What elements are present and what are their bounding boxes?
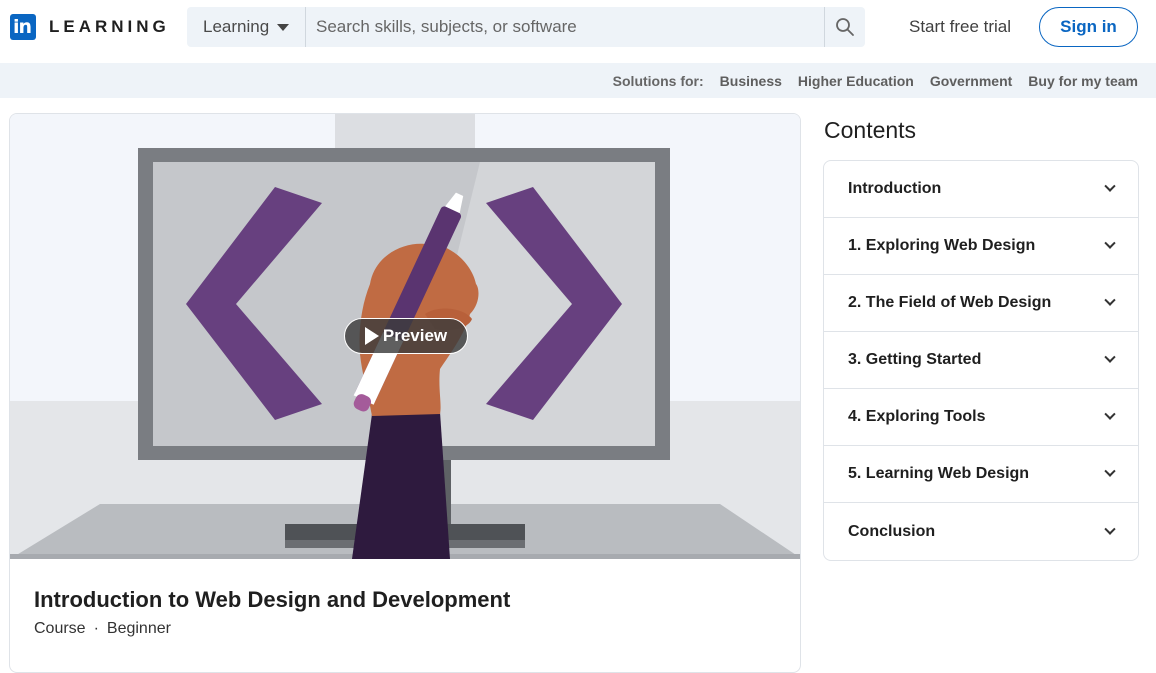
contents-item-label: 1. Exploring Web Design — [848, 237, 1036, 254]
play-icon — [364, 327, 379, 345]
contents-item-learning-web-design[interactable]: 5. Learning Web Design — [824, 446, 1138, 503]
contents-item-field-of-web-design[interactable]: 2. The Field of Web Design — [824, 275, 1138, 332]
contents-item-exploring-web-design[interactable]: 1. Exploring Web Design — [824, 218, 1138, 275]
contents-item-introduction[interactable]: Introduction — [824, 161, 1138, 218]
chevron-down-icon — [1104, 237, 1116, 249]
search-icon — [836, 18, 854, 36]
logo-mark: in — [13, 16, 32, 38]
contents-item-exploring-tools[interactable]: 4. Exploring Tools — [824, 389, 1138, 446]
linkedin-icon: in — [10, 14, 36, 40]
course-title: Introduction to Web Design and Developme… — [34, 587, 511, 612]
course-level: Beginner — [106, 620, 171, 637]
course-thumbnail[interactable]: Preview — [10, 114, 800, 559]
solutions-link-higher-education[interactable]: Higher Education — [798, 73, 914, 89]
chevron-down-icon — [1104, 465, 1116, 477]
solutions-link-buy-for-team[interactable]: Buy for my team — [1028, 73, 1138, 89]
contents-heading: Contents — [824, 117, 917, 143]
sign-in-button[interactable]: Sign in — [1039, 7, 1138, 47]
top-header: in LEARNING Learning Start free trial Si… — [0, 0, 1156, 63]
contents-item-label: 2. The Field of Web Design — [848, 294, 1052, 311]
solutions-label: Solutions for: — [612, 73, 704, 89]
search-input[interactable] — [306, 7, 824, 47]
contents-item-label: Introduction — [848, 180, 942, 197]
contents-item-conclusion[interactable]: Conclusion — [824, 503, 1138, 560]
course-card: Preview Introduction to Web Design and D… — [9, 113, 801, 673]
chevron-down-icon — [1104, 351, 1116, 363]
contents-accordion: Introduction 1. Exploring Web Design 2. … — [823, 160, 1139, 561]
start-free-trial-link[interactable]: Start free trial — [909, 17, 1011, 37]
caret-down-icon — [277, 23, 290, 31]
logo-text: LEARNING — [49, 17, 170, 36]
search-scope-dropdown[interactable]: Learning — [187, 7, 306, 47]
preview-button[interactable]: Preview — [344, 318, 468, 354]
contents-item-label: 5. Learning Web Design — [848, 465, 1030, 482]
solutions-link-government[interactable]: Government — [930, 73, 1012, 89]
solutions-link-business[interactable]: Business — [720, 73, 782, 89]
linkedin-learning-logo[interactable]: in LEARNING — [10, 14, 170, 40]
solutions-bar: Solutions for: Business Higher Education… — [0, 63, 1156, 98]
contents-item-label: 3. Getting Started — [848, 351, 982, 368]
contents-item-getting-started[interactable]: 3. Getting Started — [824, 332, 1138, 389]
chevron-down-icon — [1104, 294, 1116, 306]
chevron-down-icon — [1104, 180, 1116, 192]
chevron-down-icon — [1104, 523, 1116, 535]
meta-separator: · — [93, 620, 99, 637]
course-meta: Course · Beginner — [34, 620, 171, 638]
chevron-down-icon — [1104, 408, 1116, 420]
search-button[interactable] — [824, 7, 865, 47]
contents-item-label: 4. Exploring Tools — [848, 408, 986, 425]
course-type: Course — [34, 620, 86, 637]
search-scope-label: Learning — [203, 17, 270, 36]
contents-item-label: Conclusion — [848, 522, 936, 540]
search-bar: Learning — [187, 7, 865, 47]
preview-label: Preview — [382, 326, 448, 345]
